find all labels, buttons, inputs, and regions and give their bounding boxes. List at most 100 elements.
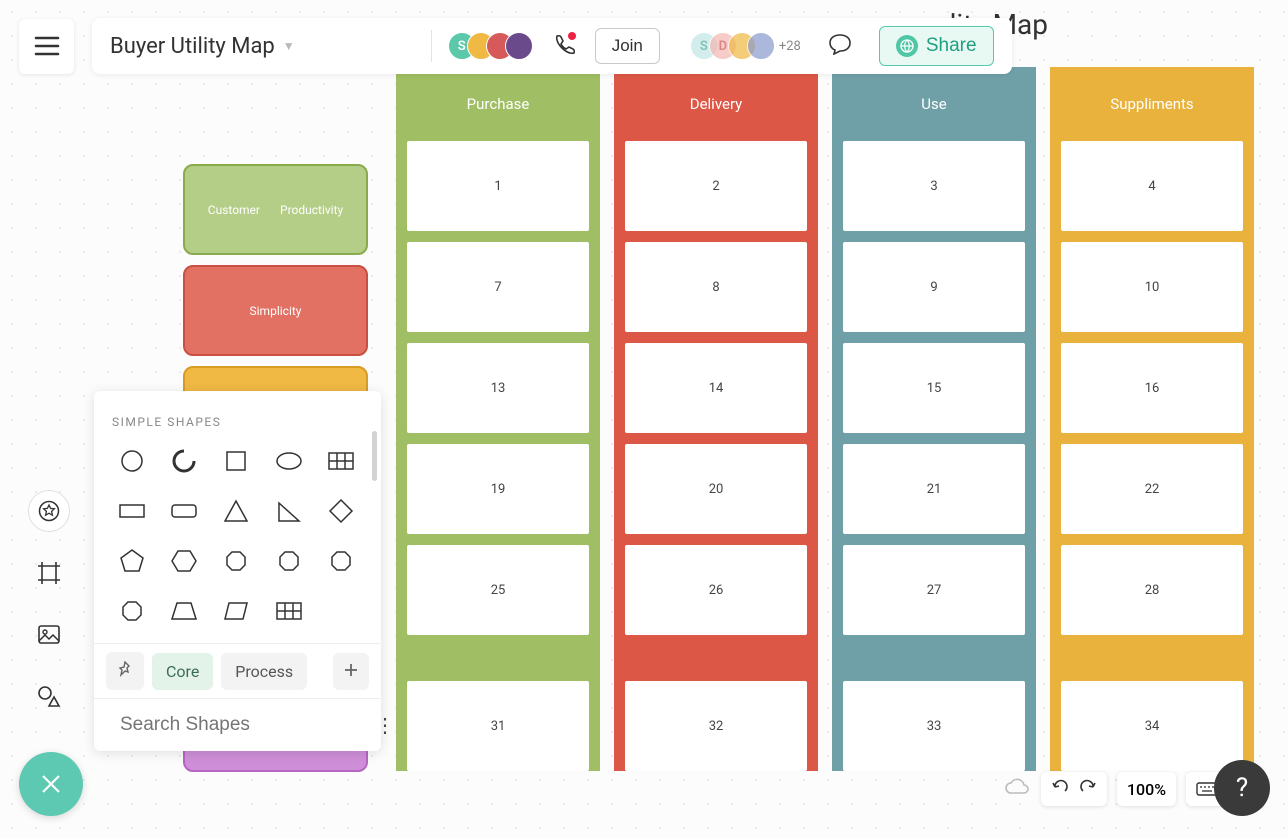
share-button[interactable]: Share [879,26,994,66]
redo-icon [1079,779,1097,795]
grid-cell[interactable]: 7 [407,242,589,332]
shape-grid [94,443,381,643]
add-library-button[interactable] [333,653,369,690]
shape-library-tabs: Core Process [94,643,381,698]
shape-hexagon[interactable] [164,543,204,579]
shape-grid[interactable] [269,593,309,629]
document-title-dropdown[interactable]: Buyer Utility Map ▼ [110,34,415,59]
grid-cell[interactable]: 25 [407,545,589,635]
grid-cell[interactable]: 34 [1061,681,1243,771]
grid-cell[interactable]: 26 [625,545,807,635]
avatar-overflow-count[interactable]: +28 [779,39,801,54]
grid-cell[interactable]: 3 [843,141,1025,231]
pin-button[interactable] [106,652,144,690]
grid-cell[interactable]: 22 [1061,444,1243,534]
join-button[interactable]: Join [595,28,660,64]
scrollbar-thumb[interactable] [372,431,377,481]
grid-cell[interactable]: 27 [843,545,1025,635]
grid-cell[interactable]: 21 [843,444,1025,534]
favorites-tool-button[interactable] [28,490,70,532]
avatar[interactable] [747,32,775,60]
grid-cell[interactable]: 2 [625,141,807,231]
image-tool-button[interactable] [28,614,70,656]
shapes-panel: SIMPLE SHAPES Core Process [94,391,381,751]
shapes-tool-button[interactable] [28,676,70,718]
undo-button[interactable] [1051,779,1069,799]
shape-circle[interactable] [112,443,152,479]
menu-button[interactable] [19,19,74,74]
shape-octagon-2[interactable] [321,543,361,579]
shape-search-row: ⋮ [94,698,381,751]
grid-cell[interactable]: 33 [843,681,1025,771]
shape-right-triangle[interactable] [269,493,309,529]
plus-icon [344,663,358,677]
divider [431,30,432,62]
row-card-simplicity[interactable]: Simplicity [183,265,368,356]
help-button[interactable]: ? [1214,760,1270,816]
cloud-icon [1003,776,1031,798]
tab-core[interactable]: Core [152,653,213,690]
grid-cell[interactable]: 10 [1061,242,1243,332]
shape-diamond[interactable] [321,493,361,529]
tab-process[interactable]: Process [221,653,307,690]
row-label: Customer [208,203,260,217]
bottom-right-controls: 100% [1003,772,1228,806]
redo-button[interactable] [1079,779,1097,799]
shape-octagon[interactable] [269,543,309,579]
collaborator-avatars-primary[interactable]: S [448,32,533,60]
column-delivery[interactable]: Delivery 2 8 14 20 26 32 [614,67,818,771]
column-use[interactable]: Use 3 9 15 21 27 33 [832,67,1036,771]
avatar[interactable] [505,32,533,60]
column-header: Purchase [396,95,600,141]
star-icon [38,500,60,522]
shape-octagon-small[interactable] [216,543,256,579]
row-card-customer-productivity[interactable]: Customer Productivity [183,164,368,255]
shape-trapezoid[interactable] [164,593,204,629]
topbar: Buyer Utility Map ▼ S Join S D +28 [19,18,1012,74]
grid-cell[interactable]: 9 [843,242,1025,332]
shape-octagon-3[interactable] [112,593,152,629]
grid-cell[interactable]: 16 [1061,343,1243,433]
grid-cell[interactable]: 4 [1061,141,1243,231]
close-panel-button[interactable] [19,752,83,816]
chat-bubble-icon [827,33,853,55]
collaborator-avatars-secondary[interactable]: S D +28 [690,32,801,60]
shape-search-input[interactable] [120,714,365,736]
call-button[interactable] [553,33,575,59]
shape-triangle[interactable] [216,493,256,529]
shapes-panel-header: SIMPLE SHAPES [94,391,381,443]
shape-table[interactable] [321,443,361,479]
column-header: Delivery [614,95,818,141]
grid-cell[interactable]: 8 [625,242,807,332]
globe-icon [896,35,918,57]
grid-cell[interactable]: 31 [407,681,589,771]
grid-cell[interactable]: 28 [1061,545,1243,635]
shape-parallelogram[interactable] [216,593,256,629]
shape-search-menu-button[interactable]: ⋮ [375,713,393,737]
grid-cell[interactable]: 13 [407,343,589,433]
shape-ellipse[interactable] [269,443,309,479]
grid-cell[interactable]: 15 [843,343,1025,433]
grid-cell[interactable]: 32 [625,681,807,771]
image-icon [36,622,62,648]
grid-cell[interactable]: 14 [625,343,807,433]
column-suppliments[interactable]: Suppliments 4 10 16 22 28 34 [1050,67,1254,771]
shape-arc[interactable] [164,443,204,479]
sync-status[interactable] [1003,776,1031,802]
shape-pentagon[interactable] [112,543,152,579]
grid-cell[interactable]: 19 [407,444,589,534]
shape-rectangle[interactable] [112,493,152,529]
undo-redo-group [1041,772,1107,806]
shape-square[interactable] [216,443,256,479]
pin-icon [117,661,133,677]
column-purchase[interactable]: Purchase 1 7 13 19 25 31 [396,67,600,771]
left-tool-rail [28,490,70,718]
zoom-level[interactable]: 100% [1117,772,1176,806]
grid-cell[interactable]: 1 [407,141,589,231]
chevron-down-icon: ▼ [283,39,295,53]
grid-cell[interactable]: 20 [625,444,807,534]
frame-tool-button[interactable] [28,552,70,594]
shape-rounded-rectangle[interactable] [164,493,204,529]
frame-icon [36,560,62,586]
comments-button[interactable] [827,33,853,59]
